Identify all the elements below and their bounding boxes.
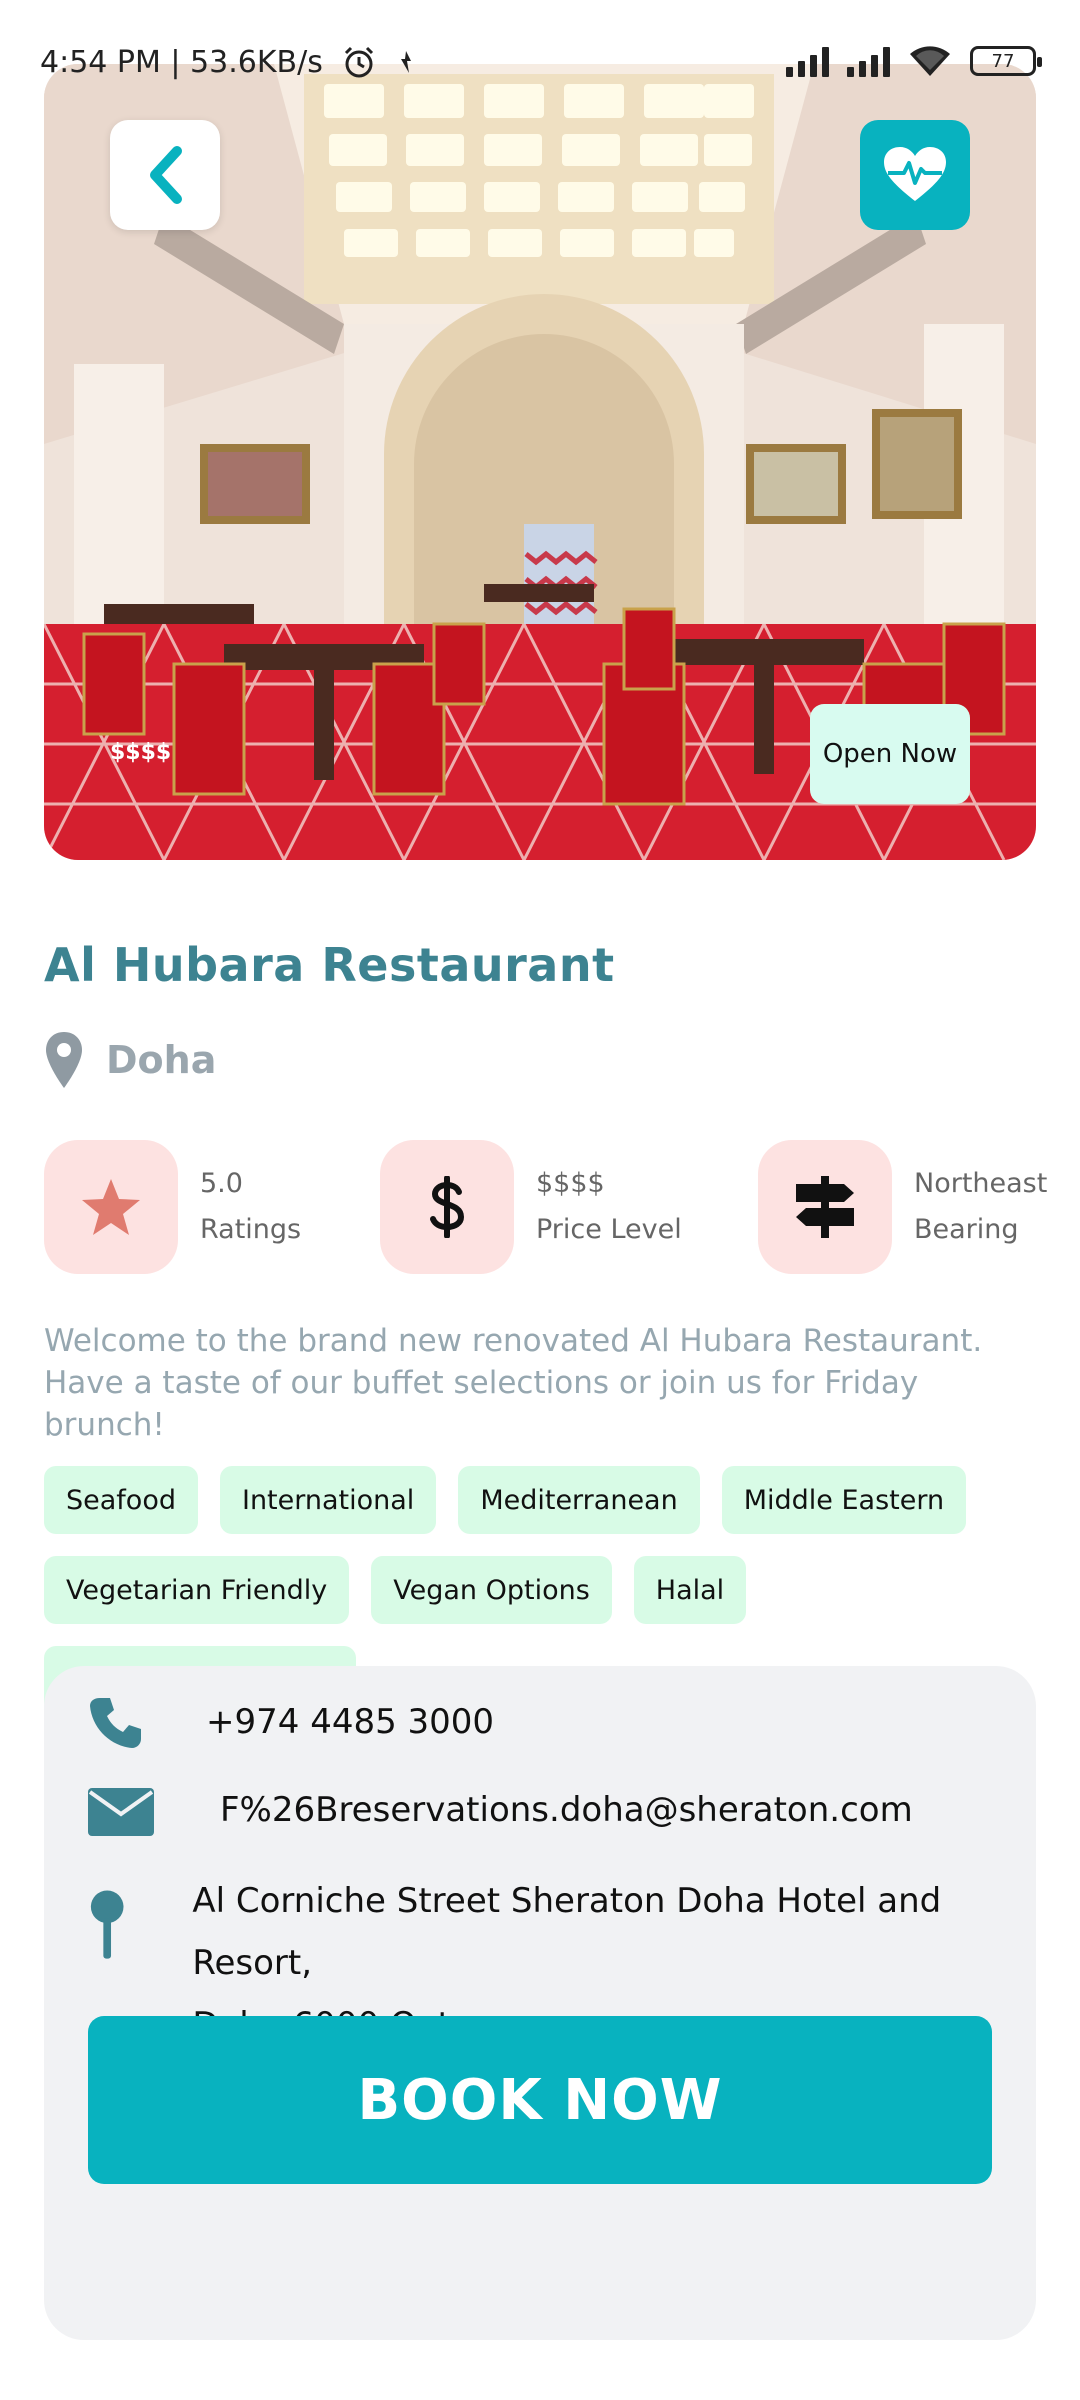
bearing-label: Bearing [914, 1214, 1019, 1245]
rating-icon-box [44, 1140, 178, 1274]
rating-value: 5.0 [200, 1168, 243, 1199]
chevron-left-icon [150, 146, 182, 204]
dollar-icon [430, 1176, 465, 1238]
notification-icon [400, 51, 411, 73]
email-address: F%26Breservations.doha@sheraton.com [220, 1790, 913, 1830]
phone-row[interactable]: +974 4485 3000 [88, 1694, 494, 1750]
status-left: 4:54 PM | 53.6KB/s [40, 44, 417, 80]
battery-icon: 77 [970, 46, 1042, 76]
price-label: Price Level [536, 1214, 682, 1245]
rating-label: Ratings [200, 1214, 302, 1245]
signpost-icon [796, 1176, 854, 1238]
book-now-button[interactable]: BOOK NOW [88, 2016, 992, 2184]
tag-seafood[interactable]: Seafood [44, 1466, 198, 1534]
phone-icon [90, 1698, 141, 1748]
price-info: $$$$ Price Level [380, 1140, 682, 1274]
star-icon [82, 1179, 140, 1235]
tag-middle-eastern[interactable]: Middle Eastern [721, 1466, 967, 1534]
phone-number: +974 4485 3000 [206, 1702, 495, 1742]
status-right: 77 [786, 44, 1042, 78]
wifi-icon [910, 46, 950, 76]
location-row: Doha [44, 1030, 216, 1090]
contact-card: +974 4485 3000 F%26Breservations.doha@sh… [44, 1666, 1036, 2340]
tag-international[interactable]: International [219, 1466, 437, 1534]
signal-icon [786, 45, 829, 77]
open-now-badge: Open Now [810, 704, 970, 804]
status-time-speed: 4:54 PM | 53.6KB/s [40, 44, 323, 80]
email-row[interactable]: F%26Breservations.doha@sheraton.com [88, 1784, 913, 1836]
favorite-button[interactable] [860, 120, 970, 230]
heart-pulse-icon [884, 147, 946, 201]
tag-vegan-options[interactable]: Vegan Options [371, 1556, 612, 1624]
price-icon-box [380, 1140, 514, 1274]
tag-mediterranean[interactable]: Mediterranean [458, 1466, 700, 1534]
tag-halal[interactable]: Halal [633, 1556, 747, 1624]
location-pin-icon [46, 1032, 82, 1088]
location-city: Doha [106, 1038, 217, 1082]
info-row: 5.0 Ratings $$$$ Price Level Northeast B… [0, 1140, 1080, 1280]
rating-info: 5.0 Ratings [44, 1140, 301, 1274]
hero-price-label: $$$$ [110, 740, 172, 765]
alarm-icon [344, 46, 373, 78]
battery-level: 77 [991, 50, 1015, 72]
signal-2-icon [847, 45, 890, 77]
bearing-value: Northeast [914, 1168, 1048, 1199]
hero-image: $$$$ Open Now [44, 64, 1036, 860]
back-button[interactable] [110, 120, 220, 230]
bearing-icon-box [758, 1140, 892, 1274]
restaurant-name: Al Hubara Restaurant [44, 938, 615, 992]
map-pin-icon [90, 1890, 124, 1959]
status-bar: 4:54 PM | 53.6KB/s 77 [0, 0, 1080, 120]
tag-vegetarian-friendly[interactable]: Vegetarian Friendly [44, 1556, 350, 1624]
price-value: $$$$ [536, 1168, 605, 1199]
envelope-icon [88, 1788, 154, 1836]
address-line-1: Al Corniche Street Sheraton Doha Hotel a… [192, 1881, 942, 1983]
bearing-info: Northeast Bearing [758, 1140, 1047, 1274]
restaurant-description: Welcome to the brand new renovated Al Hu… [44, 1323, 983, 1443]
